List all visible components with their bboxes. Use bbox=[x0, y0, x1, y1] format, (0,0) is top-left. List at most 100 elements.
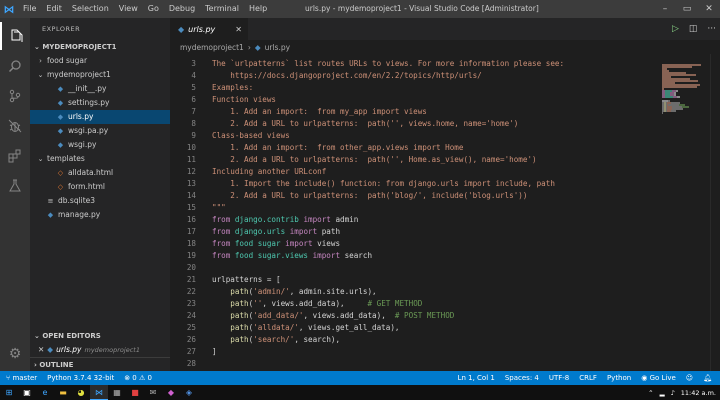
tree-item-urls-py[interactable]: ◆ urls.py bbox=[30, 110, 170, 124]
end-of-line[interactable]: CRLF bbox=[579, 374, 597, 382]
settings-gear-icon[interactable]: ⚙ bbox=[0, 340, 30, 368]
git-branch[interactable]: ⑂ master bbox=[6, 374, 37, 382]
menu-selection[interactable]: Selection bbox=[67, 0, 114, 18]
chrome-icon[interactable]: ◕ bbox=[72, 385, 90, 400]
code-token: path bbox=[321, 227, 341, 236]
line-number: 24 bbox=[186, 311, 196, 320]
menu-view[interactable]: View bbox=[114, 0, 143, 18]
tree-item-label: settings.py bbox=[68, 98, 110, 107]
html-file-icon: ◇ bbox=[57, 183, 64, 191]
vertical-scrollbar[interactable] bbox=[710, 54, 720, 371]
breadcrumb-folder[interactable]: mydemoproject1 bbox=[180, 43, 244, 52]
feedback-icon[interactable]: ☺ bbox=[686, 374, 693, 382]
tree-item-mydemoproject1[interactable]: ⌄ mydemoproject1 bbox=[30, 68, 170, 82]
line-number: 21 bbox=[186, 275, 196, 284]
store-app-icon[interactable]: ◈ bbox=[180, 385, 198, 400]
tree-item-form-html[interactable]: ◇ form.html bbox=[30, 180, 170, 194]
tree-item-food-sugar[interactable]: › food sugar bbox=[30, 54, 170, 68]
menu-edit[interactable]: Edit bbox=[41, 0, 67, 18]
project-name: MYDEMOPROJECT1 bbox=[42, 43, 117, 51]
tree-item-wsgi-pa-py[interactable]: ◆ wsgi.pa.py bbox=[30, 124, 170, 138]
tab-urls-py[interactable]: ◆ urls.py ✕ bbox=[170, 18, 248, 40]
tree-item-db-sqlite3[interactable]: ≡ db.sqlite3 bbox=[30, 194, 170, 208]
tree-item-wsgi-py[interactable]: ◆ wsgi.py bbox=[30, 138, 170, 152]
app-icon[interactable]: ▦ bbox=[108, 385, 126, 400]
close-tab-icon[interactable]: ✕ bbox=[235, 25, 242, 34]
line-code: from django.contrib import admin bbox=[212, 214, 358, 226]
menu-debug[interactable]: Debug bbox=[164, 0, 200, 18]
notifications-icon[interactable]: 🔔︎ bbox=[703, 374, 712, 382]
code-line: 8 2. Add a URL to urlpatterns: path('', … bbox=[170, 118, 658, 130]
clock[interactable]: 11:42 a.m. bbox=[681, 389, 716, 397]
minimize-icon[interactable]: – bbox=[654, 0, 676, 18]
debug-icon[interactable] bbox=[0, 112, 30, 140]
go-live-button[interactable]: ◉ Go Live bbox=[641, 374, 676, 382]
task-view-icon[interactable]: ▣ bbox=[18, 385, 36, 400]
line-code: ] bbox=[212, 346, 217, 358]
red-app-icon[interactable]: ■ bbox=[126, 385, 144, 400]
menu-file[interactable]: File bbox=[18, 0, 41, 18]
close-window-icon[interactable]: ✕ bbox=[698, 0, 720, 18]
menu-go[interactable]: Go bbox=[143, 0, 164, 18]
code-token: 1. Import the include() function: from d… bbox=[212, 179, 555, 188]
tree-item--init-py[interactable]: ◆ __init__.py bbox=[30, 82, 170, 96]
python-file-icon: ◆ bbox=[254, 42, 261, 52]
line-number: 3 bbox=[191, 59, 196, 68]
line-code: 2. Add a URL to urlpatterns: path('blog/… bbox=[212, 190, 527, 202]
project-section-header[interactable]: ⌄ MYDEMOPROJECT1 bbox=[30, 40, 170, 54]
chat-app-icon[interactable]: ✉ bbox=[144, 385, 162, 400]
python-file-icon: ◆ bbox=[57, 85, 64, 93]
cursor-position[interactable]: Ln 1, Col 1 bbox=[458, 374, 495, 382]
code-token: """ bbox=[212, 203, 226, 212]
tray-up-arrow-icon[interactable]: ⌃ bbox=[648, 389, 653, 397]
line-code: Including another URLconf bbox=[212, 166, 326, 178]
tree-item-label: mydemoproject1 bbox=[47, 70, 111, 79]
open-editors-header[interactable]: ⌄ OPEN EDITORS bbox=[30, 329, 170, 343]
volume-icon[interactable]: ♪ bbox=[671, 389, 675, 397]
ie-browser-icon[interactable]: e bbox=[36, 385, 54, 400]
chevron-right-icon: › bbox=[39, 57, 42, 65]
maximize-icon[interactable]: ▭ bbox=[676, 0, 698, 18]
code-token: urlpatterns bbox=[212, 275, 263, 284]
menu-terminal[interactable]: Terminal bbox=[200, 0, 244, 18]
outline-header[interactable]: › OUTLINE bbox=[30, 357, 170, 371]
search-icon[interactable] bbox=[0, 52, 30, 80]
tree-item-alldata-html[interactable]: ◇ alldata.html bbox=[30, 166, 170, 180]
code-line: 7 1. Add an import: from my_app import v… bbox=[170, 106, 658, 118]
file-explorer-icon[interactable]: ▬ bbox=[54, 385, 72, 400]
tree-item-templates[interactable]: ⌄ templates bbox=[30, 152, 170, 166]
chevron-right-icon: › bbox=[34, 361, 37, 369]
network-icon[interactable]: ▂ bbox=[660, 389, 665, 397]
split-editor-icon[interactable]: ◫ bbox=[689, 24, 698, 34]
code-token: food sugar bbox=[234, 239, 281, 248]
media-app-icon[interactable]: ◆ bbox=[162, 385, 180, 400]
menu-help[interactable]: Help bbox=[244, 0, 272, 18]
encoding[interactable]: UTF-8 bbox=[549, 374, 569, 382]
minimap[interactable] bbox=[658, 54, 710, 371]
line-number: 17 bbox=[186, 227, 196, 236]
testing-flask-icon[interactable] bbox=[0, 172, 30, 200]
python-interpreter[interactable]: Python 3.7.4 32-bit bbox=[47, 374, 114, 382]
tree-item-manage-py[interactable]: ◆ manage.py bbox=[30, 208, 170, 222]
vscode-taskbar-icon[interactable]: ⋈ bbox=[90, 385, 108, 400]
tree-item-label: form.html bbox=[68, 182, 105, 191]
code-line: 13 1. Import the include() function: fro… bbox=[170, 178, 658, 190]
tree-item-settings-py[interactable]: ◆ settings.py bbox=[30, 96, 170, 110]
close-icon[interactable]: ✕ bbox=[38, 343, 44, 357]
code-editor[interactable]: 3 The `urlpatterns` list routes URLs to v… bbox=[170, 54, 658, 371]
language-mode[interactable]: Python bbox=[607, 374, 631, 382]
explorer-icon[interactable] bbox=[0, 22, 30, 50]
indentation[interactable]: Spaces: 4 bbox=[505, 374, 539, 382]
open-editor-item[interactable]: ✕ ◆ urls.py mydemoproject1 bbox=[30, 343, 170, 357]
chevron-down-icon: ⌄ bbox=[34, 332, 40, 340]
more-actions-icon[interactable]: ··· bbox=[707, 24, 716, 34]
breadcrumb-file[interactable]: urls.py bbox=[265, 43, 290, 52]
source-control-icon[interactable] bbox=[0, 82, 30, 110]
run-file-icon[interactable]: ▷ bbox=[672, 24, 679, 34]
line-number: 19 bbox=[186, 251, 196, 260]
code-token: Examples: bbox=[212, 83, 254, 92]
windows-start-icon[interactable]: ⊞ bbox=[0, 385, 18, 400]
extensions-icon[interactable] bbox=[0, 142, 30, 170]
problems-indicator[interactable]: ⊗ 0 ⚠ 0 bbox=[124, 374, 152, 382]
